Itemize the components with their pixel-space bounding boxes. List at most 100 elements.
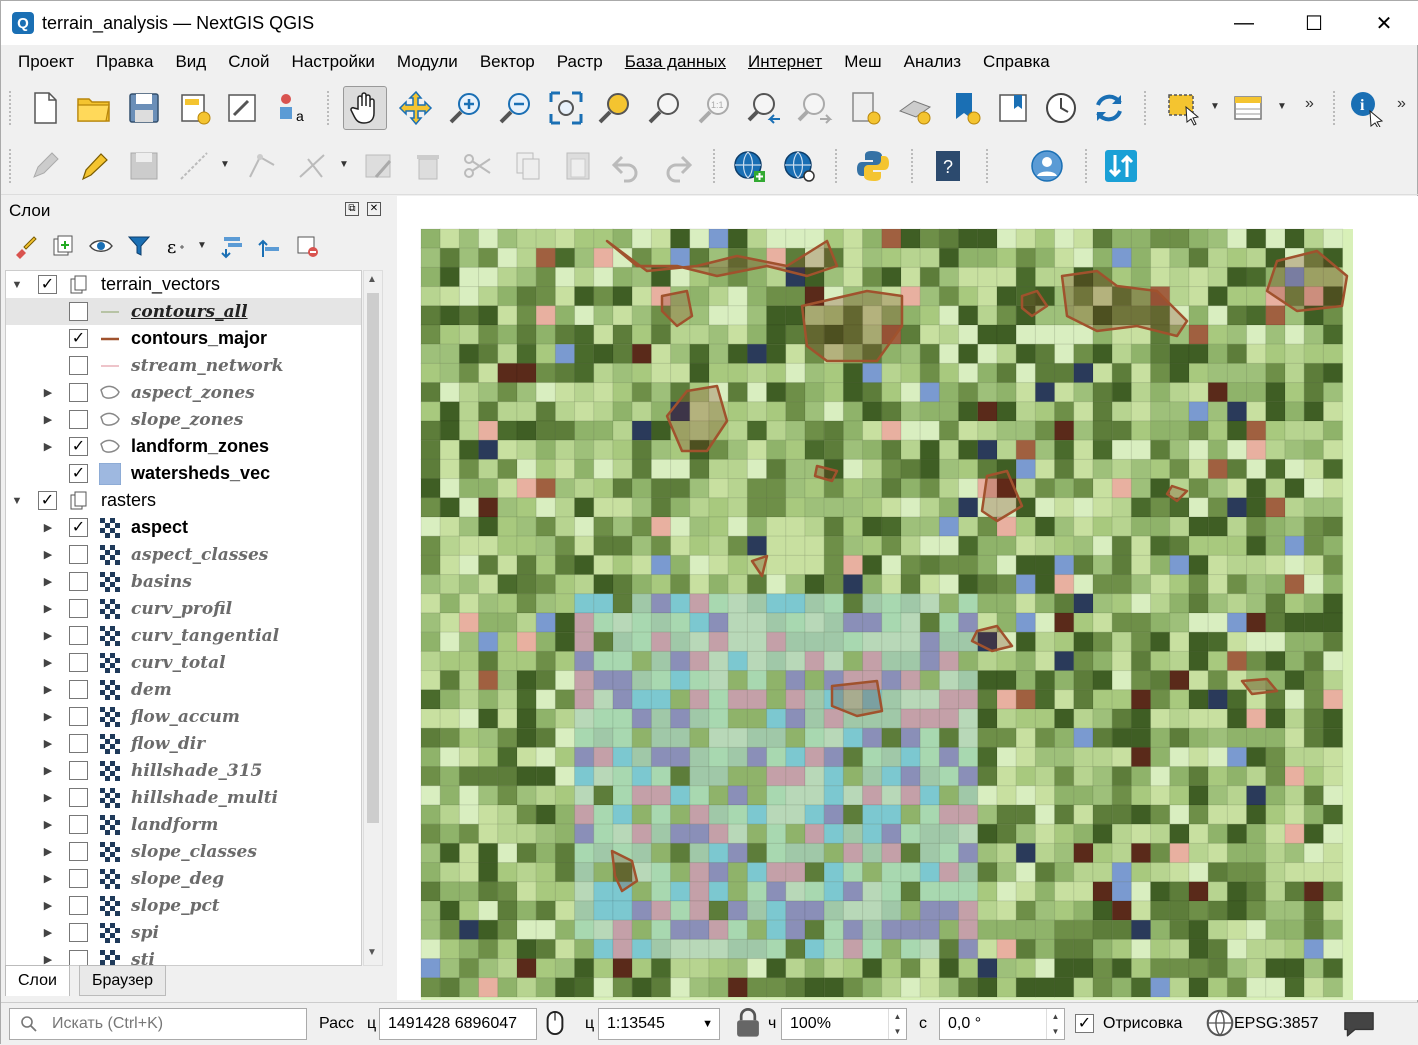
collapse-all-button[interactable]: [256, 232, 284, 260]
layer-row[interactable]: ▶ hillshade_315: [6, 757, 361, 784]
toolbar-grip[interactable]: [9, 91, 13, 125]
menu-item[interactable]: Вектор: [469, 52, 546, 72]
group-visibility-checkbox[interactable]: ✓: [38, 491, 57, 510]
save-edits-button[interactable]: [122, 144, 166, 188]
scale-dropdown-arrow[interactable]: ▼: [702, 1018, 713, 1030]
expand-all-button[interactable]: [219, 232, 247, 260]
layer-visibility-checkbox[interactable]: [69, 761, 88, 780]
undo-button[interactable]: [605, 144, 649, 188]
vertex-tool-button[interactable]: [241, 144, 285, 188]
expand-arrow[interactable]: ▶: [41, 872, 55, 885]
collapse-arrow[interactable]: ▼: [10, 279, 24, 291]
zoom-last-button[interactable]: [743, 86, 787, 130]
coordinate-field[interactable]: 1491428 6896047: [379, 1008, 537, 1040]
layer-visibility-checkbox[interactable]: [69, 707, 88, 726]
layer-visibility-checkbox[interactable]: [69, 302, 88, 321]
layer-visibility-checkbox[interactable]: [69, 410, 88, 429]
layer-row[interactable]: ▶ flow_accum: [6, 703, 361, 730]
layer-row[interactable]: ▶ curv_profil: [6, 595, 361, 622]
panel-close-button[interactable]: ✕: [367, 202, 381, 216]
layer-row[interactable]: ▶ sti: [6, 946, 361, 965]
layer-visibility-checkbox[interactable]: [69, 815, 88, 834]
crs-value[interactable]: EPSG:3857: [1234, 1015, 1319, 1033]
layer-visibility-checkbox[interactable]: [69, 545, 88, 564]
remove-layer-button[interactable]: [293, 232, 321, 260]
tab-browser[interactable]: Браузер: [79, 965, 167, 996]
expand-arrow[interactable]: ▶: [41, 440, 55, 453]
layer-group-row[interactable]: ▼ ✓ rasters: [6, 487, 361, 514]
layer-visibility-checkbox[interactable]: [69, 680, 88, 699]
group-visibility-checkbox[interactable]: ✓: [38, 275, 57, 294]
expand-arrow[interactable]: ▶: [41, 764, 55, 777]
current-edits-button[interactable]: [23, 144, 67, 188]
search-wms-button[interactable]: [777, 144, 821, 188]
collapse-arrow[interactable]: ▼: [10, 495, 24, 507]
rotation-spinbox[interactable]: 0,0 ° ▲ ▼: [939, 1008, 1065, 1040]
expand-arrow[interactable]: ▶: [41, 548, 55, 561]
table-dropdown-arrow[interactable]: ▼: [1277, 101, 1289, 113]
panel-float-button[interactable]: ⧉: [345, 202, 359, 216]
copy-features-button[interactable]: [506, 144, 550, 188]
filter-legend-button[interactable]: [125, 232, 153, 260]
layer-visibility-checkbox[interactable]: ✓: [69, 518, 88, 537]
minimize-button[interactable]: —: [1209, 1, 1279, 45]
show-bookmarks-button[interactable]: [991, 86, 1035, 130]
zoom-native-button[interactable]: 1:1: [693, 86, 737, 130]
advanced-dropdown-arrow[interactable]: ▼: [339, 159, 351, 171]
layer-visibility-checkbox[interactable]: [69, 923, 88, 942]
zoom-full-button[interactable]: [544, 86, 588, 130]
expand-arrow[interactable]: ▶: [41, 413, 55, 426]
layer-visibility-checkbox[interactable]: [69, 626, 88, 645]
menu-item[interactable]: Справка: [972, 52, 1061, 72]
expand-arrow[interactable]: ▶: [41, 521, 55, 534]
map-render[interactable]: [397, 196, 1418, 1000]
menu-item[interactable]: Меш: [833, 52, 892, 72]
layer-visibility-checkbox[interactable]: [69, 842, 88, 861]
layer-visibility-checkbox[interactable]: ✓: [69, 437, 88, 456]
layer-visibility-checkbox[interactable]: [69, 572, 88, 591]
crs-button[interactable]: [1205, 1005, 1235, 1041]
layer-row[interactable]: ▶ curv_total: [6, 649, 361, 676]
toggle-extents-button[interactable]: [539, 1005, 571, 1041]
delete-selected-button[interactable]: [406, 144, 450, 188]
locator-search-input[interactable]: Искать (Ctrl+K): [9, 1008, 307, 1040]
menu-item[interactable]: База данных: [614, 52, 737, 72]
nextgis-account-button[interactable]: [1025, 144, 1069, 188]
select-dropdown-arrow[interactable]: ▼: [1210, 101, 1222, 113]
pan-to-selection-button[interactable]: [394, 86, 438, 130]
new-3d-view-button[interactable]: [893, 86, 937, 130]
expand-arrow[interactable]: ▶: [41, 791, 55, 804]
pan-map-button[interactable]: [343, 86, 387, 130]
scroll-up-arrow[interactable]: ▲: [367, 274, 377, 285]
layer-visibility-checkbox[interactable]: [69, 788, 88, 807]
layer-visibility-checkbox[interactable]: [69, 869, 88, 888]
add-wms-layer-button[interactable]: [727, 144, 771, 188]
layer-row[interactable]: ▶ slope_pct: [6, 892, 361, 919]
scale-combobox[interactable]: 1:13545 ▼: [598, 1008, 720, 1040]
scroll-down-arrow[interactable]: ▼: [367, 947, 377, 958]
menu-item[interactable]: Интернет: [737, 52, 833, 72]
open-project-button[interactable]: [72, 86, 116, 130]
layer-row[interactable]: ▶ curv_tangential: [6, 622, 361, 649]
toolbar-grip[interactable]: [9, 149, 13, 183]
layer-row[interactable]: ✓ contours_major: [6, 325, 361, 352]
layer-row[interactable]: ▶ slope_deg: [6, 865, 361, 892]
maximize-button[interactable]: ☐: [1279, 1, 1349, 45]
filter-expression-button[interactable]: ε: [163, 232, 191, 260]
menu-item[interactable]: Проект: [7, 52, 85, 72]
expand-arrow[interactable]: ▶: [41, 602, 55, 615]
toolbar-overflow[interactable]: »: [1305, 95, 1317, 112]
expand-arrow[interactable]: ▶: [41, 737, 55, 750]
temporal-controller-button[interactable]: [1039, 86, 1083, 130]
layer-row[interactable]: ▶ ✓ landform_zones: [6, 433, 361, 460]
layer-row[interactable]: ▶ spi: [6, 919, 361, 946]
python-console-button[interactable]: [851, 144, 895, 188]
menu-item[interactable]: Настройки: [281, 52, 386, 72]
menu-item[interactable]: Растр: [546, 52, 614, 72]
zoom-in-button[interactable]: [444, 86, 488, 130]
menu-item[interactable]: Правка: [85, 52, 164, 72]
layer-row[interactable]: ▶ dem: [6, 676, 361, 703]
layer-visibility-checkbox[interactable]: [69, 599, 88, 618]
rotation-spin-arrows[interactable]: ▲ ▼: [1046, 1009, 1064, 1039]
layer-visibility-checkbox[interactable]: ✓: [69, 329, 88, 348]
